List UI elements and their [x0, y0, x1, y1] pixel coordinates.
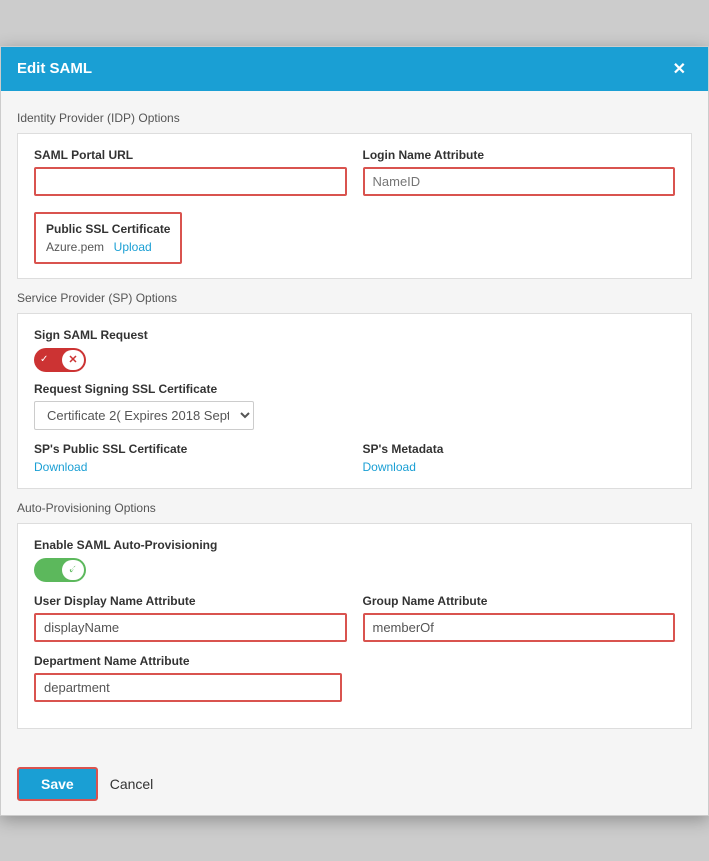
- cancel-button[interactable]: Cancel: [110, 776, 154, 792]
- auto-prov-toggle[interactable]: ✓ ✕: [34, 558, 86, 582]
- auto-prov-toggle-container: ✓ ✕: [34, 558, 675, 582]
- toggle-x-icon: ✕: [68, 353, 77, 366]
- auto-prov-section-label: Auto-Provisioning Options: [17, 501, 692, 515]
- enable-auto-prov-label: Enable SAML Auto-Provisioning: [34, 538, 675, 552]
- department-name-input[interactable]: [34, 673, 342, 702]
- auto-prov-toggle-x-icon: ✕: [70, 564, 78, 575]
- attr-field-row-1: User Display Name Attribute Group Name A…: [34, 594, 675, 642]
- modal-title: Edit SAML: [17, 60, 92, 77]
- upload-link[interactable]: Upload: [114, 240, 152, 254]
- group-name-attribute-input[interactable]: [363, 613, 676, 642]
- save-button[interactable]: Save: [17, 767, 98, 801]
- auto-prov-section-box: Enable SAML Auto-Provisioning ✓ ✕ User D…: [17, 523, 692, 729]
- department-name-field: Department Name Attribute: [34, 654, 342, 702]
- group-name-attribute-field: Group Name Attribute: [363, 594, 676, 642]
- login-name-attribute-field: Login Name Attribute: [363, 148, 676, 196]
- close-button[interactable]: ✕: [667, 57, 692, 81]
- modal-body: Identity Provider (IDP) Options SAML Por…: [1, 91, 708, 757]
- request-signing-label: Request Signing SSL Certificate: [34, 382, 675, 396]
- sign-saml-toggle-container: ✓ ✕: [34, 348, 675, 372]
- sp-public-ssl-download-link[interactable]: Download: [34, 460, 87, 474]
- login-name-attribute-input[interactable]: [363, 167, 676, 196]
- sign-saml-toggle[interactable]: ✓ ✕: [34, 348, 86, 372]
- user-display-name-field: User Display Name Attribute: [34, 594, 347, 642]
- sp-public-ssl-label: SP's Public SSL Certificate: [34, 442, 347, 456]
- request-signing-select[interactable]: Certificate 2( Expires 2018 September ): [34, 401, 254, 430]
- attr-field-row-2: Department Name Attribute: [34, 654, 675, 702]
- toggle-knob: ✕: [62, 350, 84, 370]
- sp-metadata-label: SP's Metadata: [363, 442, 676, 456]
- saml-portal-url-field: SAML Portal URL: [34, 148, 347, 196]
- toggle-check-icon: ✓: [40, 354, 48, 365]
- user-display-name-label: User Display Name Attribute: [34, 594, 347, 608]
- edit-saml-modal: Edit SAML ✕ Identity Provider (IDP) Opti…: [0, 46, 709, 816]
- idp-section-box: SAML Portal URL Login Name Attribute Pub…: [17, 133, 692, 279]
- idp-section-label: Identity Provider (IDP) Options: [17, 111, 692, 125]
- sp-public-ssl-col: SP's Public SSL Certificate Download: [34, 442, 347, 474]
- modal-footer: Save Cancel: [1, 757, 708, 815]
- sign-saml-label: Sign SAML Request: [34, 328, 675, 342]
- login-name-attribute-label: Login Name Attribute: [363, 148, 676, 162]
- sp-section-label: Service Provider (SP) Options: [17, 291, 692, 305]
- department-name-label: Department Name Attribute: [34, 654, 342, 668]
- sp-links-row: SP's Public SSL Certificate Download SP'…: [34, 442, 675, 474]
- sp-section-box: Sign SAML Request ✓ ✕ Request Signing SS…: [17, 313, 692, 489]
- user-display-name-input[interactable]: [34, 613, 347, 642]
- group-name-attribute-label: Group Name Attribute: [363, 594, 676, 608]
- public-ssl-cert-box: Public SSL Certificate Azure.pem Upload: [34, 212, 182, 264]
- idp-field-row-1: SAML Portal URL Login Name Attribute: [34, 148, 675, 196]
- cert-file-name: Azure.pem: [46, 240, 104, 254]
- modal-header: Edit SAML ✕: [1, 47, 708, 91]
- saml-portal-url-input[interactable]: [34, 167, 347, 196]
- sp-metadata-col: SP's Metadata Download: [363, 442, 676, 474]
- public-ssl-cert-label: Public SSL Certificate: [46, 222, 170, 236]
- sp-metadata-download-link[interactable]: Download: [363, 460, 416, 474]
- saml-portal-url-label: SAML Portal URL: [34, 148, 347, 162]
